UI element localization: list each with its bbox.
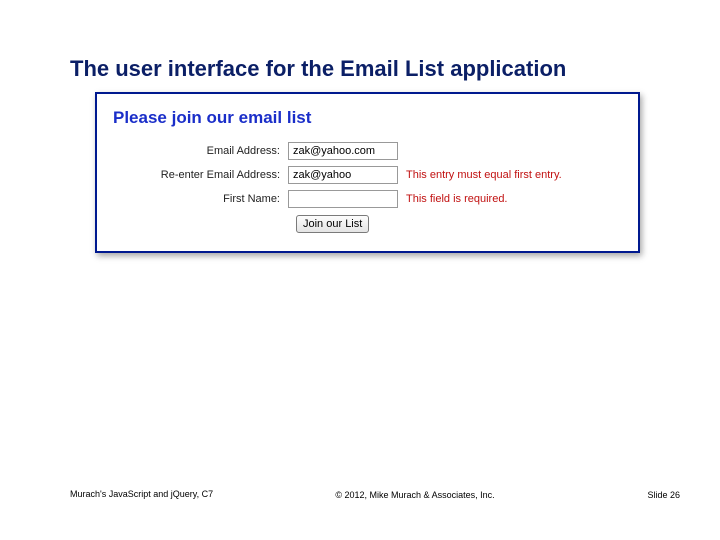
slide: The user interface for the Email List ap… [0,0,720,540]
firstname-field[interactable] [288,190,398,208]
label-firstname: First Name: [113,193,288,205]
email-field[interactable] [288,142,398,160]
button-row: Join our List [296,214,622,233]
form-row-email: Email Address: [113,142,622,160]
label-reenter: Re-enter Email Address: [113,169,288,181]
slide-title: The user interface for the Email List ap… [70,56,680,82]
footer: Murach's JavaScript and jQuery, C7 © 201… [70,489,680,500]
footer-copyright: © 2012, Mike Murach & Associates, Inc. [220,490,610,500]
form-row-firstname: First Name: This field is required. [113,190,622,208]
app-panel: Please join our email list Email Address… [95,92,640,253]
join-list-button[interactable]: Join our List [296,215,369,233]
app-panel-wrap: Please join our email list Email Address… [95,92,640,253]
label-email: Email Address: [113,145,288,157]
form-row-reenter: Re-enter Email Address: This entry must … [113,166,622,184]
error-reenter: This entry must equal first entry. [398,169,562,181]
reenter-email-field[interactable] [288,166,398,184]
footer-book: Murach's JavaScript and jQuery, C7 [70,489,220,500]
panel-heading: Please join our email list [113,108,622,128]
error-firstname: This field is required. [398,193,508,205]
footer-slide-number: Slide 26 [610,490,680,500]
